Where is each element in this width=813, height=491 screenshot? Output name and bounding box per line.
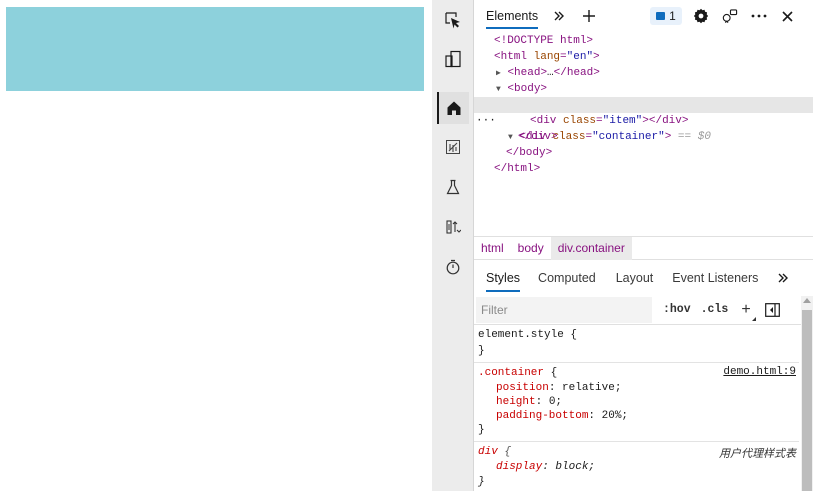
container-source-link[interactable]: demo.html:9 — [723, 366, 796, 378]
html-attr-value: "en" — [566, 51, 594, 63]
element-style-rule: element.style { } — [474, 325, 799, 363]
html-close-tag: </html> — [494, 163, 541, 175]
dom-node-container-close[interactable]: </div> — [518, 129, 558, 145]
item-class-value: "item" — [602, 115, 643, 127]
tab-event-listeners[interactable]: Event Listeners — [672, 262, 758, 294]
collapse-arrow-icon[interactable]: ▼ — [496, 85, 501, 94]
settings-gear-icon[interactable] — [693, 0, 709, 32]
div-selector[interactable]: div — [478, 446, 498, 458]
home-icon[interactable] — [437, 92, 469, 124]
rule-close-brace: } — [478, 345, 485, 357]
experiments-icon[interactable] — [437, 171, 469, 203]
breadcrumb: html body div.container — [474, 236, 813, 260]
add-rule-dropdown-icon — [751, 316, 756, 321]
dom-node-html[interactable]: <html lang="en"> — [494, 49, 600, 65]
container-rule: .container { demo.html:9 position: relat… — [474, 363, 799, 442]
expand-arrow-icon[interactable]: ▶ — [496, 69, 501, 78]
div-close-tag: </div> — [518, 131, 558, 143]
dom-node-item[interactable]: <div class="item"></div> — [530, 113, 688, 129]
tab-styles[interactable]: Styles — [486, 262, 521, 294]
activity-bar — [432, 0, 474, 491]
issue-count: 1 — [669, 9, 676, 23]
selected-node-ref: == $0 — [677, 131, 711, 143]
breadcrumb-body[interactable]: body — [511, 237, 551, 260]
page-viewport — [0, 0, 432, 491]
user-agent-stylesheet-label: 用户代理样式表 — [719, 447, 796, 460]
more-options-icon[interactable] — [751, 0, 767, 32]
dom-node-head[interactable]: ▶ <head>…</head> — [496, 65, 600, 81]
add-tab-icon[interactable] — [582, 0, 596, 32]
devtools-panel: Elements 1 <!DOCTYPE html> <html lang="e… — [474, 0, 813, 491]
scrollbar-thumb[interactable] — [802, 310, 812, 491]
breadcrumb-div-container[interactable]: div.container — [550, 236, 632, 260]
dom-tree: <!DOCTYPE html> <html lang="en"> ▶ <head… — [474, 32, 813, 236]
new-style-rule-button[interactable]: + — [741, 300, 756, 321]
hov-button[interactable]: :hov — [663, 303, 691, 316]
more-tabs-icon[interactable] — [776, 262, 790, 294]
rule-close-brace: } — [478, 476, 485, 488]
property-name: position — [496, 382, 549, 394]
issue-icon — [656, 12, 666, 20]
container-class-value: "container" — [592, 131, 665, 143]
toggle-sidebar-icon[interactable] — [764, 302, 780, 317]
dom-node-body-close[interactable]: </body> — [506, 145, 552, 161]
head-open-tag: <head> — [507, 67, 548, 79]
device-emulation-icon[interactable] — [437, 43, 469, 75]
more-tabs-icon[interactable] — [552, 0, 566, 32]
head-close-tag: </head> — [553, 67, 600, 79]
dom-node-container-selected[interactable]: ··· ▼ <div class="container"> == $0 — [474, 97, 813, 143]
property-value: 0; — [548, 396, 563, 408]
node-actions-icon[interactable]: ··· — [476, 113, 496, 129]
property-name: display — [496, 461, 543, 473]
styles-subtabs: Styles Computed Layout Event Listeners — [474, 262, 813, 294]
style-property[interactable]: height: 0; — [496, 395, 562, 409]
feedback-icon[interactable] — [722, 0, 738, 32]
property-name: padding-bottom — [496, 410, 589, 422]
property-name: height — [496, 396, 536, 408]
property-value: relative; — [562, 382, 622, 394]
styles-pane: element.style { } .container { demo.html… — [474, 325, 799, 491]
tab-layout[interactable]: Layout — [616, 262, 654, 294]
container-selector[interactable]: .container — [478, 367, 544, 379]
body-open-tag: <body> — [507, 83, 548, 95]
inspect-icon[interactable] — [437, 4, 469, 36]
dom-node-body[interactable]: ▼ <body> — [496, 81, 547, 97]
tab-elements[interactable]: Elements — [486, 0, 539, 32]
styles-filter-bar: :hov .cls + — [474, 295, 813, 325]
div-class-attr: class — [563, 115, 597, 127]
user-agent-div-rule: div { 用户代理样式表 display: block; } — [478, 446, 796, 488]
dom-node-doctype[interactable]: <!DOCTYPE html> — [494, 33, 593, 49]
element-style-selector[interactable]: element.style { — [478, 328, 577, 342]
performance-icon[interactable] — [437, 211, 469, 243]
collapse-arrow-icon[interactable]: ▼ — [508, 133, 513, 142]
html-attr-name: lang — [533, 51, 561, 63]
style-property[interactable]: position: relative; — [496, 381, 621, 395]
close-icon[interactable] — [781, 0, 795, 32]
devtools-toolbar: Elements 1 — [474, 0, 813, 32]
html-tag-name: html — [500, 51, 528, 63]
doctype-text: <!DOCTYPE html> — [494, 35, 594, 47]
style-property[interactable]: padding-bottom: 20%; — [496, 409, 628, 423]
rule-close-brace: } — [478, 424, 485, 436]
div-close-tag: </div> — [648, 115, 689, 127]
scroll-up-arrow-icon[interactable] — [803, 298, 811, 303]
dom-node-html-close[interactable]: </html> — [494, 161, 540, 177]
property-value: block; — [555, 461, 596, 473]
head-ellipsis: … — [547, 67, 554, 79]
filter-input[interactable] — [476, 296, 652, 323]
div-tag-name: div — [536, 115, 557, 127]
styles-scrollbar[interactable] — [801, 296, 813, 491]
add-rule-glyph: + — [741, 300, 751, 319]
property-value: 20%; — [601, 410, 629, 422]
cls-button[interactable]: .cls — [701, 303, 729, 316]
timer-icon[interactable] — [437, 251, 469, 283]
tab-computed[interactable]: Computed — [538, 262, 596, 294]
breadcrumb-html[interactable]: html — [474, 237, 511, 260]
issues-badge[interactable]: 1 — [650, 7, 682, 25]
style-property[interactable]: display: block; — [496, 460, 595, 474]
network-icon[interactable] — [437, 131, 469, 163]
container-box — [6, 7, 424, 91]
body-close-tag: </body> — [506, 147, 553, 159]
